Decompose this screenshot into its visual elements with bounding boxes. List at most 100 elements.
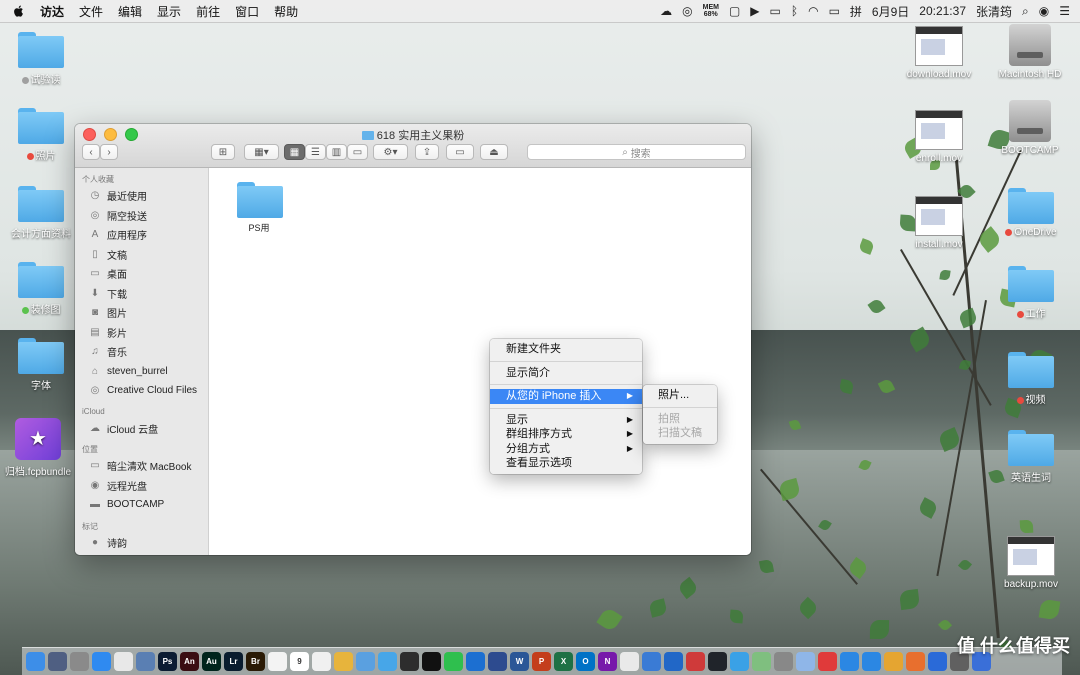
dock-app-icon[interactable] xyxy=(26,652,45,671)
dock-app-icon[interactable] xyxy=(444,652,463,671)
desktop-folder-onedrive[interactable]: OneDrive xyxy=(991,188,1071,238)
dock-app-icon[interactable] xyxy=(92,652,111,671)
dock-app-icon[interactable] xyxy=(400,652,419,671)
sidebar-item-remote-disc[interactable]: ◉ 远程光盘 xyxy=(75,476,208,496)
sidebar-item-creative-cloud[interactable]: ◎ Creative Cloud Files xyxy=(75,381,208,401)
dock-app-icon[interactable] xyxy=(906,652,925,671)
list-view-button[interactable]: ☰ xyxy=(305,144,326,160)
eject-button[interactable]: ⏏ xyxy=(480,144,508,160)
sidebar-item-pictures[interactable]: ◙ 图片 xyxy=(75,303,208,323)
sidebar-item-applications[interactable]: A 应用程序 xyxy=(75,225,208,245)
sidebar-item-downloads[interactable]: ⬇ 下载 xyxy=(75,284,208,304)
finder-titlebar[interactable]: 618 实用主义果粉 ‹ › ⊞ ▦▾ ▦ ☰ ▥ ▭ ⚙▾ ⇪ ▭ ⏏ ⌕ 搜… xyxy=(75,124,751,168)
menu-window[interactable]: 窗口 xyxy=(235,3,259,20)
ctx-group-by[interactable]: 分组方式 ▶ xyxy=(490,442,642,457)
search-field[interactable]: ⌕ 搜索 xyxy=(527,144,746,160)
ctx-import-from-iphone[interactable]: 从您的 iPhone 插入 ▶ xyxy=(490,389,642,404)
dock-app-icon[interactable] xyxy=(620,652,639,671)
dock-app-icon[interactable] xyxy=(730,652,749,671)
dock-app-icon[interactable] xyxy=(686,652,705,671)
dock-app-icon[interactable] xyxy=(488,652,507,671)
finder-content[interactable]: PS用 xyxy=(209,168,751,555)
desktop-disk-bootcamp[interactable]: BOOTCAMP xyxy=(990,100,1070,156)
share-button[interactable]: ⇪ xyxy=(415,144,439,160)
sidebar-item-macbook[interactable]: ▭ 暗尘清欢 MacBook xyxy=(75,456,208,476)
menu-app-finder[interactable]: 访达 xyxy=(40,3,64,20)
gallery-view-button[interactable]: ▭ xyxy=(347,144,368,160)
sidebar-item-desktop[interactable]: ▭ 桌面 xyxy=(75,264,208,284)
dock-app-icon[interactable] xyxy=(466,652,485,671)
back-button[interactable]: ‹ xyxy=(82,144,100,160)
sidebar-item-recents[interactable]: ◷ 最近使用 xyxy=(75,186,208,206)
desktop-file-enroll-mov[interactable]: enroll.mov xyxy=(899,110,979,164)
dock-app-icon[interactable]: Ps xyxy=(158,652,177,671)
dock-app-icon[interactable] xyxy=(356,652,375,671)
ctx-new-folder[interactable]: 新建文件夹 xyxy=(490,342,642,357)
file-item-ps-folder[interactable]: PS用 xyxy=(229,182,289,234)
dock-app-icon[interactable]: X xyxy=(554,652,573,671)
menu-date[interactable]: 6月9日 xyxy=(872,3,909,20)
dock-app-icon[interactable] xyxy=(422,652,441,671)
ctx-sort-by[interactable]: 群组排序方式 ▶ xyxy=(490,427,642,442)
dock-app-icon[interactable]: N xyxy=(598,652,617,671)
desktop-folder-fonts[interactable]: 字体 xyxy=(1,338,81,392)
dock-app-icon[interactable]: P xyxy=(532,652,551,671)
menu-time[interactable]: 20:21:37 xyxy=(919,4,966,18)
sidebar-item-icloud-drive[interactable]: ☁ iCloud 云盘 xyxy=(75,419,208,439)
wifi-icon[interactable]: ◠ xyxy=(808,4,818,18)
desktop-folder-4[interactable]: 装修图 xyxy=(1,262,81,316)
play-icon[interactable]: ▶ xyxy=(750,4,759,18)
new-folder-button[interactable]: ⊞ xyxy=(211,144,235,160)
menu-edit[interactable]: 编辑 xyxy=(118,3,142,20)
sidebar-item-music[interactable]: ♫ 音乐 xyxy=(75,342,208,362)
column-view-button[interactable]: ▥ xyxy=(326,144,347,160)
sidebar-item-home[interactable]: ⌂ steven_burrel xyxy=(75,362,208,382)
dock-app-icon[interactable] xyxy=(752,652,771,671)
dock-app-icon[interactable] xyxy=(136,652,155,671)
cloud-icon[interactable]: ☁ xyxy=(660,4,672,18)
dock-app-icon[interactable] xyxy=(928,652,947,671)
group-by-button[interactable]: ▦▾ xyxy=(244,144,279,160)
apple-icon[interactable] xyxy=(12,4,26,18)
dock-app-icon[interactable] xyxy=(312,652,331,671)
dock-app-icon[interactable] xyxy=(48,652,67,671)
menu-view[interactable]: 显示 xyxy=(157,3,181,20)
forward-button[interactable]: › xyxy=(100,144,118,160)
menu-go[interactable]: 前往 xyxy=(196,3,220,20)
dock-app-icon[interactable] xyxy=(70,652,89,671)
notes-icon[interactable]: ▢ xyxy=(729,4,740,18)
menu-user[interactable]: 张清筠 xyxy=(976,3,1012,20)
sidebar-item-movies[interactable]: ▤ 影片 xyxy=(75,323,208,343)
display-icon[interactable]: ▭ xyxy=(770,4,781,18)
desktop-file-install-mov[interactable]: install.mov xyxy=(899,196,979,250)
memory-status[interactable]: MEM 68% xyxy=(703,4,719,18)
dock-app-icon[interactable]: O xyxy=(576,652,595,671)
dock-app-icon[interactable]: Au xyxy=(202,652,221,671)
desktop-fcpbundle[interactable]: ★ 归档.fcpbundle xyxy=(0,418,78,478)
dock-app-icon[interactable] xyxy=(818,652,837,671)
bluetooth-icon[interactable]: ᛒ xyxy=(791,4,798,18)
dock-app-icon[interactable]: Br xyxy=(246,652,265,671)
sidebar-item-tag[interactable]: ● 诗韵 xyxy=(75,533,208,553)
ctx-get-info[interactable]: 显示简介 xyxy=(490,366,642,381)
desktop-folder-work[interactable]: 工作 xyxy=(991,266,1071,320)
desktop-folder-english[interactable]: 英语生词 xyxy=(991,430,1071,484)
creative-cloud-icon[interactable]: ◎ xyxy=(682,4,692,18)
dock-app-icon[interactable]: An xyxy=(180,652,199,671)
tag-button[interactable]: ▭ xyxy=(446,144,474,160)
desktop-folder-3[interactable]: 会计方面资料 xyxy=(1,186,81,240)
dock-app-icon[interactable] xyxy=(642,652,661,671)
dock-app-icon[interactable] xyxy=(664,652,683,671)
menu-help[interactable]: 帮助 xyxy=(274,3,298,20)
desktop-disk-macintosh-hd[interactable]: Macintosh HD xyxy=(990,24,1070,80)
sidebar-item-bootcamp[interactable]: ▬ BOOTCAMP xyxy=(75,495,208,515)
sidebar-item-documents[interactable]: ▯ 文稿 xyxy=(75,245,208,265)
input-method-icon[interactable]: 拼 xyxy=(850,3,862,20)
dock-app-icon[interactable] xyxy=(840,652,859,671)
dock-app-icon[interactable] xyxy=(862,652,881,671)
desktop-folder-video[interactable]: 视频 xyxy=(991,352,1071,406)
finder-window[interactable]: 618 实用主义果粉 ‹ › ⊞ ▦▾ ▦ ☰ ▥ ▭ ⚙▾ ⇪ ▭ ⏏ ⌕ 搜… xyxy=(75,124,751,555)
notification-center-icon[interactable]: ☰ xyxy=(1059,4,1070,18)
dock-app-icon[interactable]: Lr xyxy=(224,652,243,671)
dock-app-icon[interactable] xyxy=(796,652,815,671)
